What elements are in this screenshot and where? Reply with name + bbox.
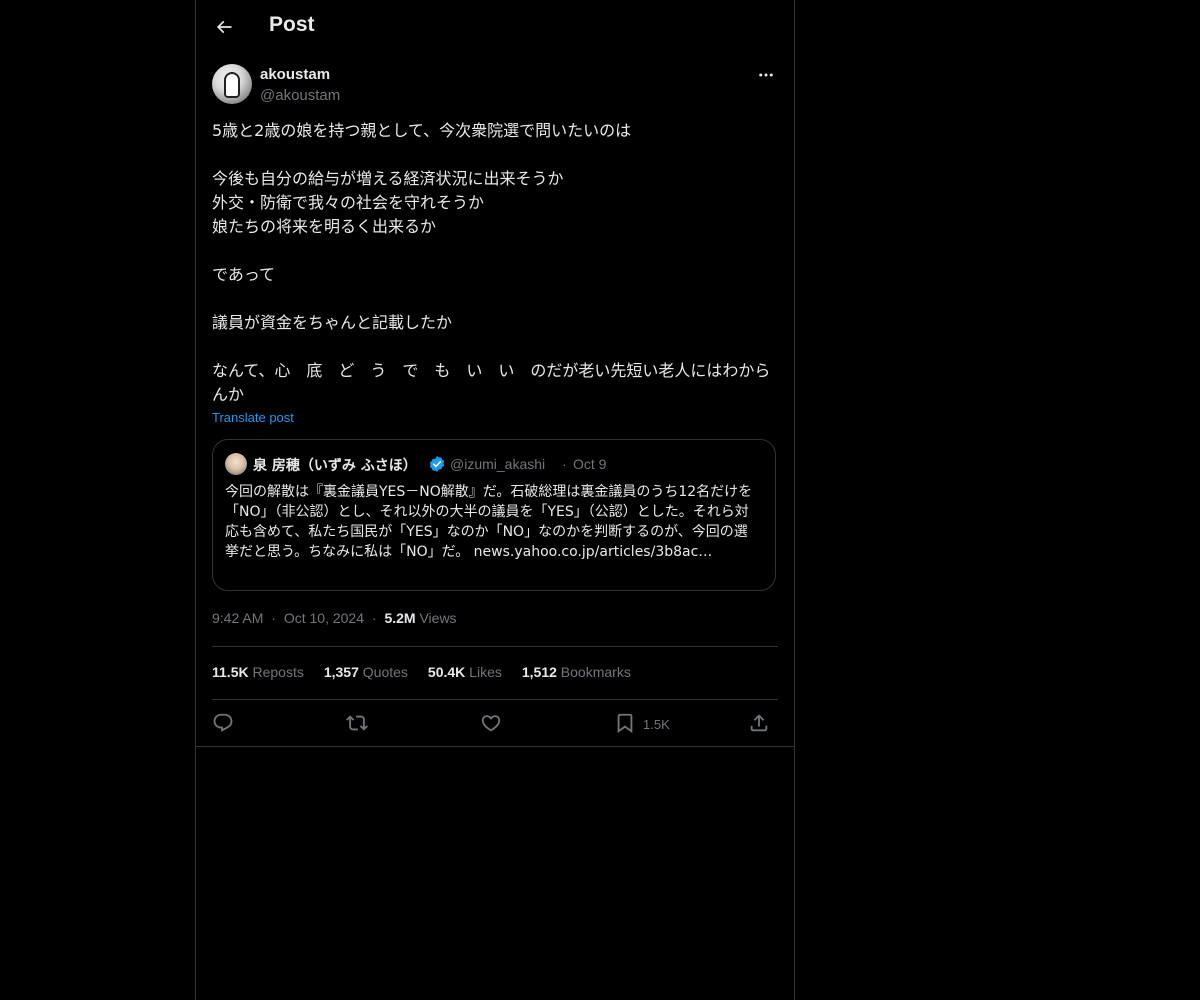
quotes-label: Quotes xyxy=(362,664,408,680)
quoted-post[interactable]: 泉 房穂（いずみ ふさほ） @izumi_akashi · Oct 9 今回の解… xyxy=(212,439,776,591)
bookmark-icon xyxy=(617,713,633,734)
verified-icon xyxy=(429,456,445,472)
post-text: 5歳と2歳の娘を持つ親として、今次衆院選で問いたいのは 今後も自分の給与が増える… xyxy=(212,121,771,404)
bookmarks-count: 1,512 xyxy=(521,664,557,680)
engagement-stats: 11.5K Reposts 1,357 Quotes 50.4K Likes 1… xyxy=(212,664,631,680)
like-icon xyxy=(481,715,501,732)
post-bottom-border xyxy=(196,746,794,747)
reposts-count: 11.5K xyxy=(212,664,249,680)
likes-count: 50.4K xyxy=(427,664,466,680)
bookmarks-stat[interactable]: 1,512 Bookmarks xyxy=(522,664,631,680)
post-time[interactable]: 9:42 AM xyxy=(212,610,263,626)
quoted-date[interactable]: Oct 9 xyxy=(573,456,606,472)
post-date[interactable]: Oct 10, 2024 xyxy=(284,610,364,626)
avatar[interactable] xyxy=(212,64,252,104)
post-meta: 9:42 AM · Oct 10, 2024 · 5.2M Views xyxy=(212,610,457,626)
quoted-author-handle: @izumi_akashi xyxy=(450,456,546,472)
translate-post-link[interactable]: Translate post xyxy=(212,410,294,425)
repost-icon xyxy=(346,715,368,731)
reposts-label: Reposts xyxy=(252,664,304,680)
reply-button[interactable] xyxy=(212,708,234,738)
quoted-avatar xyxy=(225,453,247,475)
quotes-count: 1,357 xyxy=(323,664,359,680)
separator-dot: · xyxy=(562,456,567,472)
reposts-stat[interactable]: 11.5K Reposts xyxy=(212,664,304,680)
separator-dot: · xyxy=(271,610,276,626)
separator-dot: · xyxy=(371,610,377,626)
quoted-text: 今回の解散は『裏金議員YES－NO解散』だ。石破総理は裏金議員のうち12名だけを… xyxy=(225,484,753,560)
reply-icon xyxy=(213,713,233,732)
bookmark-count: 1.5K xyxy=(643,717,670,732)
action-bar: 1.5K xyxy=(212,708,778,738)
quotes-stat[interactable]: 1,357 Quotes xyxy=(324,664,408,680)
post-author: akoustam @akoustam xyxy=(212,64,778,108)
views-label: Views xyxy=(419,610,457,626)
divider xyxy=(212,699,778,700)
repost-button[interactable] xyxy=(346,708,368,738)
back-button[interactable] xyxy=(208,11,240,43)
back-arrow-icon xyxy=(216,20,232,34)
more-icon xyxy=(759,73,773,77)
bookmark-button[interactable]: 1.5K xyxy=(614,708,670,738)
avatar-figure xyxy=(224,72,240,98)
author-name[interactable]: akoustam xyxy=(260,66,330,83)
page-title: Post xyxy=(269,13,315,36)
likes-label: Likes xyxy=(469,664,502,680)
divider xyxy=(212,646,778,647)
likes-stat[interactable]: 50.4K Likes xyxy=(428,664,502,680)
share-button[interactable] xyxy=(748,708,770,738)
quoted-author-name: 泉 房穂（いずみ ふさほ） xyxy=(253,458,417,474)
like-button[interactable] xyxy=(480,708,502,738)
header: Post xyxy=(196,0,794,54)
share-icon xyxy=(750,714,768,732)
views-count: 5.2M xyxy=(384,610,416,626)
more-button[interactable] xyxy=(754,66,778,84)
author-handle[interactable]: @akoustam xyxy=(260,87,340,104)
post-column: Post akoustam @akoustam 5歳と2歳の娘を持つ親として、今… xyxy=(195,0,795,1000)
bookmarks-label: Bookmarks xyxy=(560,664,631,680)
